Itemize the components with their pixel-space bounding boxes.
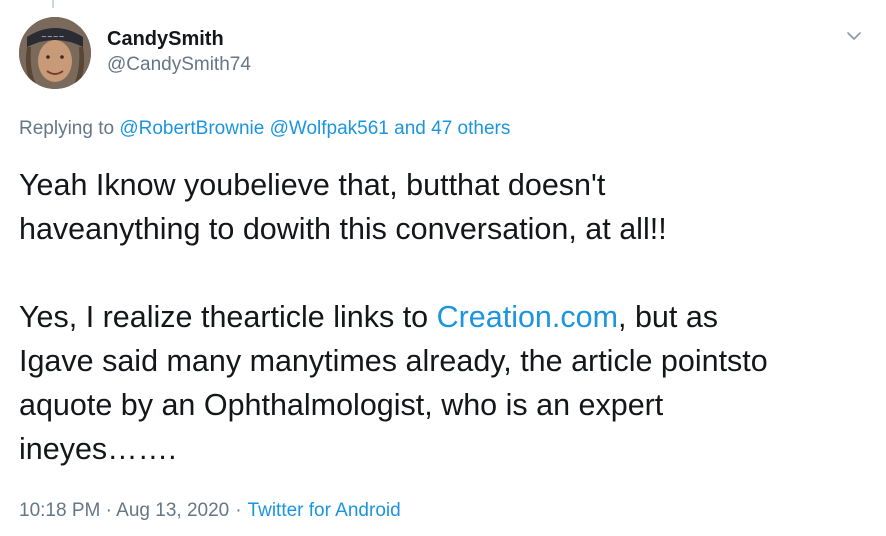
tweet-timestamp[interactable]: 10:18 PM · Aug 13, 2020 xyxy=(19,500,229,521)
tweet-menu-button[interactable] xyxy=(844,26,864,46)
svg-text:~~~~: ~~~~ xyxy=(41,33,65,41)
mention-wolfpak561[interactable]: @Wolfpak561 xyxy=(270,118,389,139)
avatar[interactable]: ~~~~ xyxy=(19,17,91,89)
replying-prefix: Replying to xyxy=(19,118,115,139)
creation-com-link[interactable]: Creation.com xyxy=(437,300,618,334)
tweet-paragraph-2-start: Yes, I realize thearticle links to xyxy=(19,300,437,334)
tweet-source-link[interactable]: Twitter for Android xyxy=(248,500,401,521)
meta-separator: · xyxy=(235,500,242,521)
mention-robertbrownie[interactable]: @RobertBrownie xyxy=(119,118,264,139)
author-handle[interactable]: @CandySmith74 xyxy=(107,52,251,78)
author-display-name[interactable]: CandySmith xyxy=(107,26,251,52)
tweet-meta: 10:18 PM · Aug 13, 2020 · Twitter for Andr… xyxy=(19,498,401,524)
thread-connector-line xyxy=(52,0,54,8)
author-block: CandySmith @CandySmith74 xyxy=(107,26,251,78)
tweet-paragraph-1: Yeah Iknow youbelieve that, butthat does… xyxy=(19,168,667,246)
user-avatar-icon: ~~~~ xyxy=(19,17,91,89)
tweet-paragraph-2: Yes, I realize thearticle links to Creat… xyxy=(19,295,879,471)
replying-to-line: Replying to @RobertBrownie @Wolfpak561 a… xyxy=(19,116,510,142)
chevron-down-icon xyxy=(847,32,861,40)
mention-others-link[interactable]: and 47 others xyxy=(394,118,510,139)
tweet-text: Yeah Iknow youbelieve that, butthat does… xyxy=(19,163,879,471)
